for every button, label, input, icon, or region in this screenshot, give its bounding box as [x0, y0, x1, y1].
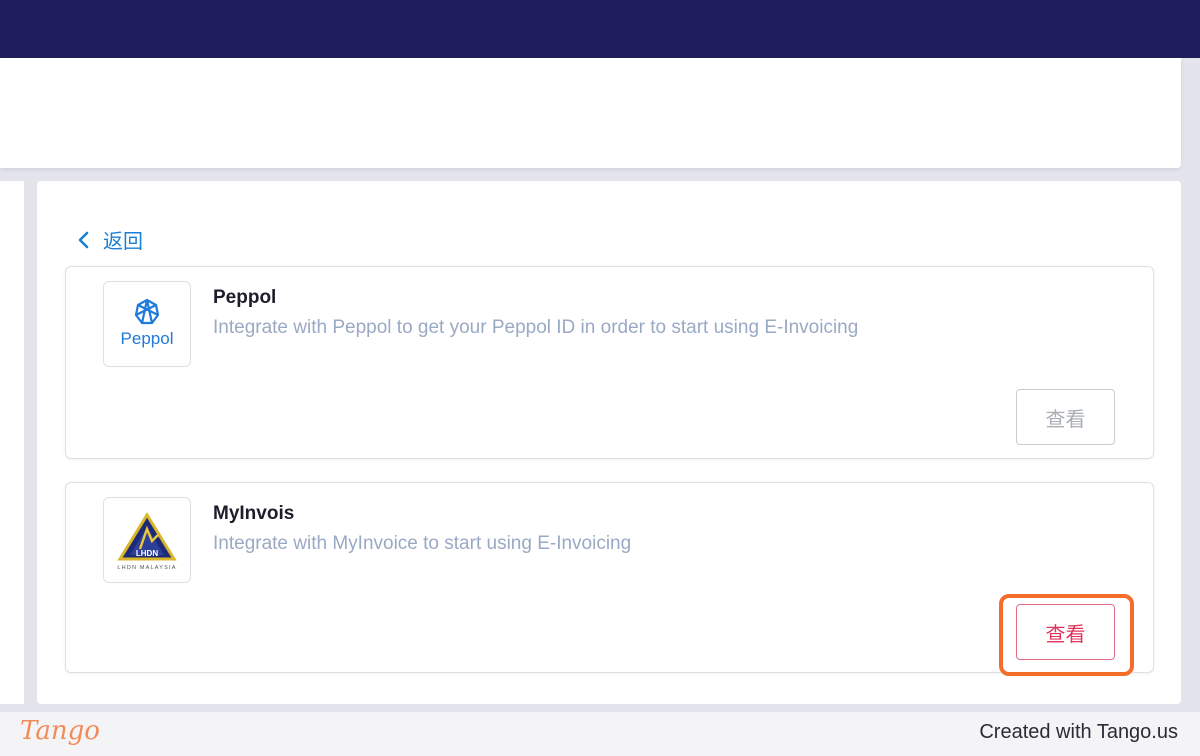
- tango-logo: Tango: [20, 716, 100, 746]
- integrations-panel: 返回 Peppol Peppol Integrate with Peppol t…: [37, 181, 1181, 704]
- integration-card-myinvois: LHDN LHDN MALAYSIA MyInvois Integrate wi…: [65, 482, 1154, 673]
- svg-text:LHDN: LHDN: [136, 549, 158, 558]
- view-button-peppol[interactable]: 查看: [1016, 389, 1115, 445]
- lhdn-logo-text: LHDN MALAYSIA: [117, 565, 176, 571]
- integration-title: MyInvois: [213, 503, 295, 524]
- integration-card-peppol: Peppol Peppol Integrate with Peppol to g…: [65, 266, 1154, 459]
- peppol-logo-text: Peppol: [121, 329, 174, 348]
- left-panel: [0, 181, 24, 704]
- view-button-myinvois[interactable]: 查看: [1016, 604, 1115, 660]
- integration-description: Integrate with Peppol to get your Peppol…: [213, 317, 859, 338]
- top-nav-bar: [0, 0, 1200, 58]
- integration-title: Peppol: [213, 287, 277, 308]
- page-header: [0, 58, 1181, 168]
- chevron-left-icon: [78, 231, 89, 248]
- back-link[interactable]: 返回: [77, 225, 143, 254]
- created-with-text: Created with Tango.us: [979, 721, 1178, 743]
- peppol-logo: Peppol: [103, 281, 191, 367]
- integration-description: Integrate with MyInvoice to start using …: [213, 533, 632, 554]
- back-label: 返回: [103, 231, 143, 253]
- lhdn-logo: LHDN LHDN MALAYSIA: [103, 497, 191, 583]
- footer: Tango Created with Tango.us: [0, 712, 1200, 756]
